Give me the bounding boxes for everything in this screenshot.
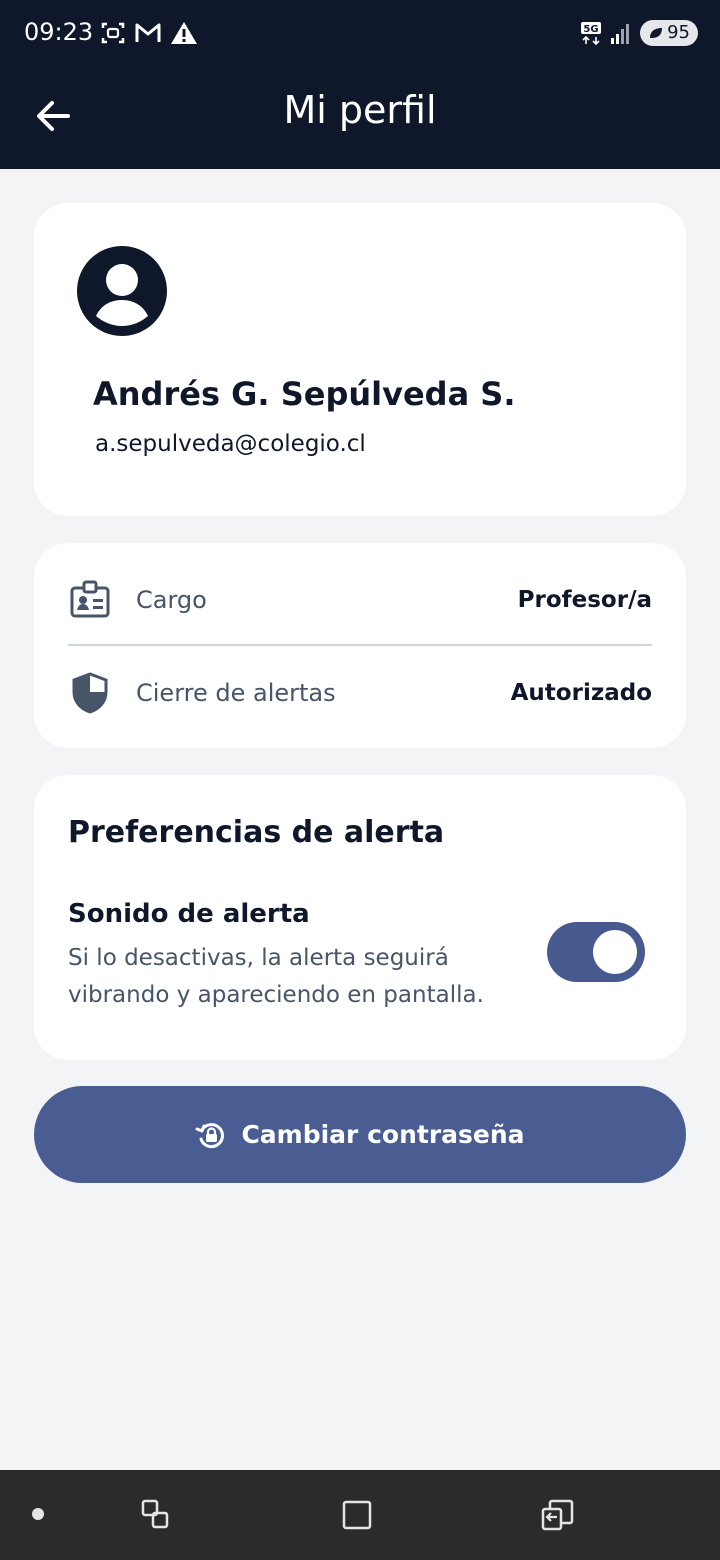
screenshot-icon (101, 22, 125, 44)
profile-card: Andrés G. Sepúlveda S. a.sepulveda@coleg… (34, 203, 686, 516)
status-right-icons: 5G 95 (580, 20, 698, 46)
back-nav-icon[interactable] (540, 1497, 576, 1533)
toggle-knob (593, 930, 637, 974)
change-password-button[interactable]: Cambiar contraseña (34, 1086, 686, 1183)
home-square-icon[interactable] (339, 1497, 375, 1533)
status-time: 09:23 (24, 18, 94, 46)
preferences-title: Preferencias de alerta (68, 815, 445, 850)
sound-alert-description: Si lo desactivas, la alerta seguirá vibr… (68, 945, 484, 1008)
battery-icon: 95 (640, 20, 698, 46)
lock-reset-icon (195, 1122, 225, 1148)
recent-apps-icon[interactable] (138, 1497, 174, 1533)
user-name: Andrés G. Sepúlveda S. (93, 375, 516, 413)
info-label-cargo: Cargo (136, 586, 207, 614)
svg-text:5G: 5G (584, 24, 599, 35)
sound-alert-toggle[interactable] (547, 922, 645, 982)
nav-dot-icon (32, 1508, 44, 1520)
user-avatar-icon (77, 246, 167, 336)
info-label-cierre: Cierre de alertas (136, 679, 336, 707)
signal-icon (611, 24, 630, 44)
info-value-cierre: Autorizado (510, 680, 652, 706)
warning-icon (171, 22, 197, 44)
preferences-card: Preferencias de alerta Sonido de alerta … (34, 775, 686, 1060)
info-row-cargo: Cargo Profesor/a (68, 570, 652, 630)
gmail-icon (135, 23, 161, 42)
user-email: a.sepulveda@colegio.cl (95, 431, 366, 457)
5g-icon: 5G (581, 22, 602, 46)
info-value-cargo: Profesor/a (517, 587, 652, 613)
sound-alert-title: Sonido de alerta (68, 899, 310, 929)
battery-level: 95 (667, 22, 690, 43)
status-bar: 09:23 5G 95 (0, 0, 720, 68)
divider (68, 644, 652, 646)
status-left-icons (100, 20, 198, 46)
info-row-cierre-alertas: Cierre de alertas Autorizado (68, 663, 652, 723)
page-title: Mi perfil (283, 88, 437, 132)
change-password-label: Cambiar contraseña (241, 1120, 525, 1149)
leaf-icon (650, 28, 663, 38)
info-card: Cargo Profesor/a Cierre de alertas Autor… (34, 543, 686, 748)
id-badge-icon (70, 580, 110, 618)
app-header: 09:23 5G 95 Mi perfil (0, 0, 720, 169)
system-nav-bar (0, 1470, 720, 1560)
shield-icon (72, 672, 108, 714)
